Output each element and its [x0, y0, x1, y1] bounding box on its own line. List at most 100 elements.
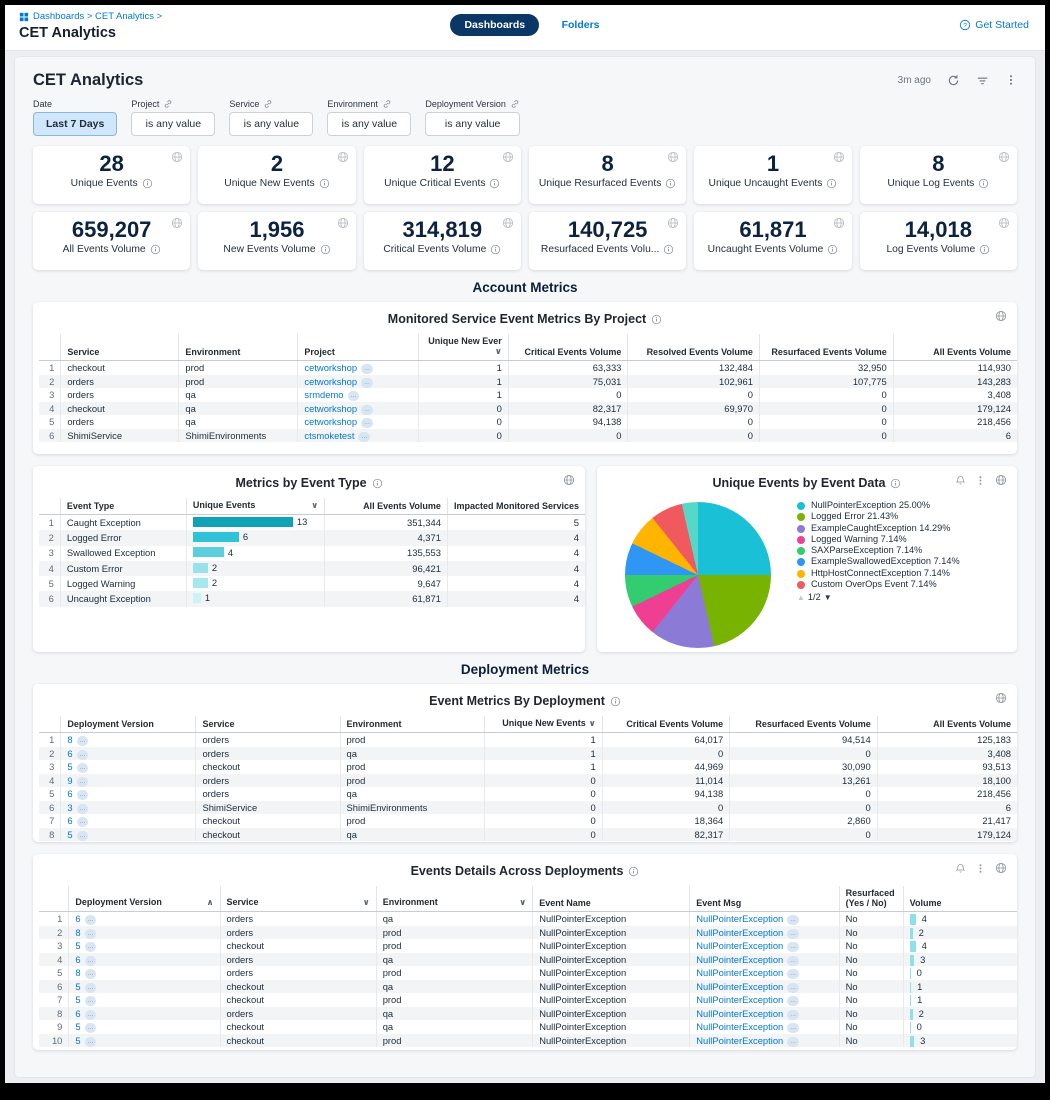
- ellipsis-icon[interactable]: ...: [361, 405, 373, 415]
- info-icon[interactable]: [628, 866, 639, 877]
- col-header-all-events-volume[interactable]: All Events Volume: [893, 334, 1017, 361]
- info-icon[interactable]: [489, 178, 500, 189]
- ellipsis-icon[interactable]: ...: [85, 956, 97, 966]
- refresh-icon[interactable]: [947, 74, 960, 87]
- cell-link[interactable]: cetworkshop: [304, 403, 357, 414]
- sort-asc-icon[interactable]: ∧: [207, 897, 214, 908]
- cell-link[interactable]: NullPointerException: [696, 1035, 783, 1046]
- ellipsis-icon[interactable]: ...: [77, 831, 89, 841]
- col-header-environment[interactable]: Environment: [179, 334, 298, 361]
- cell-link[interactable]: 5: [75, 994, 80, 1005]
- globe-icon[interactable]: [995, 474, 1007, 486]
- cell-link[interactable]: 8: [75, 927, 80, 938]
- cell-link[interactable]: srmdemo: [304, 389, 343, 400]
- info-icon[interactable]: [610, 696, 621, 707]
- tab-folders[interactable]: Folders: [562, 19, 600, 31]
- cell-link[interactable]: 5: [75, 1021, 80, 1032]
- globe-icon[interactable]: [995, 862, 1007, 874]
- ellipsis-icon[interactable]: ...: [787, 969, 799, 979]
- info-icon[interactable]: [979, 244, 990, 255]
- info-icon[interactable]: [320, 244, 331, 255]
- globe-icon[interactable]: [502, 217, 514, 229]
- sort-desc-icon[interactable]: ∨: [495, 346, 502, 357]
- cell-link[interactable]: 5: [75, 940, 80, 951]
- ellipsis-icon[interactable]: ...: [787, 996, 799, 1006]
- col-header-resurfaced-events-volume[interactable]: Resurfaced Events Volume: [759, 334, 893, 361]
- ellipsis-icon[interactable]: ...: [77, 750, 89, 760]
- cell-link[interactable]: ctsmoketest: [304, 430, 354, 441]
- ellipsis-icon[interactable]: ...: [77, 817, 89, 827]
- ellipsis-icon[interactable]: ...: [358, 432, 370, 442]
- col-header-impacted-monitored-services[interactable]: Impacted Monitored Services: [447, 498, 585, 515]
- globe-icon[interactable]: [563, 474, 575, 486]
- col-header-service[interactable]: Service: [61, 334, 179, 361]
- info-icon[interactable]: [142, 178, 153, 189]
- info-icon[interactable]: [663, 244, 674, 255]
- filter-icon[interactable]: [976, 74, 989, 87]
- ellipsis-icon[interactable]: ...: [787, 1023, 799, 1033]
- col-header-deployment-version[interactable]: Deployment Version∧: [69, 886, 220, 912]
- cell-link[interactable]: NullPointerException: [696, 1021, 783, 1032]
- col-header-environment[interactable]: Environment: [340, 716, 485, 733]
- col-header-critical-events-volume[interactable]: Critical Events Volume: [602, 716, 730, 733]
- ellipsis-icon[interactable]: ...: [85, 929, 97, 939]
- col-header-event-type[interactable]: Event Type: [60, 498, 186, 515]
- info-icon[interactable]: [490, 244, 501, 255]
- cell-link[interactable]: 5: [67, 761, 72, 772]
- filter-value-chip[interactable]: is any value: [229, 112, 313, 136]
- col-header-all-events-volume[interactable]: All Events Volume: [877, 716, 1017, 733]
- cell-link[interactable]: 6: [75, 913, 80, 924]
- cell-link[interactable]: NullPointerException: [696, 967, 783, 978]
- info-icon[interactable]: [319, 178, 330, 189]
- ellipsis-icon[interactable]: ...: [77, 790, 89, 800]
- sort-desc-icon[interactable]: ∨: [519, 897, 526, 908]
- col-header-service[interactable]: Service∨: [220, 886, 376, 912]
- globe-icon[interactable]: [998, 217, 1010, 229]
- cell-link[interactable]: 6: [67, 815, 72, 826]
- cell-link[interactable]: 6: [75, 954, 80, 965]
- info-icon[interactable]: [826, 178, 837, 189]
- globe-icon[interactable]: [998, 151, 1010, 163]
- ellipsis-icon[interactable]: ...: [361, 418, 373, 428]
- cell-link[interactable]: NullPointerException: [696, 940, 783, 951]
- col-header-unique-new-events[interactable]: Unique New Events∨: [485, 716, 602, 733]
- col-header-volume[interactable]: Volume: [903, 886, 1017, 912]
- ellipsis-icon[interactable]: ...: [787, 983, 799, 993]
- kebab-icon[interactable]: [975, 474, 986, 486]
- ellipsis-icon[interactable]: ...: [787, 942, 799, 952]
- cell-link[interactable]: NullPointerException: [696, 954, 783, 965]
- ellipsis-icon[interactable]: ...: [787, 1037, 799, 1047]
- cell-link[interactable]: cetworkshop: [304, 376, 357, 387]
- filter-value-chip[interactable]: is any value: [425, 112, 520, 136]
- cell-link[interactable]: NullPointerException: [696, 981, 783, 992]
- ellipsis-icon[interactable]: ...: [77, 777, 89, 787]
- cell-link[interactable]: 8: [75, 967, 80, 978]
- filter-value-chip[interactable]: is any value: [327, 112, 411, 136]
- globe-icon[interactable]: [995, 310, 1007, 322]
- cell-link[interactable]: 9: [67, 775, 72, 786]
- cell-link[interactable]: NullPointerException: [696, 1008, 783, 1019]
- cell-link[interactable]: NullPointerException: [696, 913, 783, 924]
- ellipsis-icon[interactable]: ...: [787, 956, 799, 966]
- col-header-project[interactable]: Project: [298, 334, 419, 361]
- sort-desc-icon[interactable]: ∨: [363, 897, 370, 908]
- info-icon[interactable]: [372, 478, 383, 489]
- ellipsis-icon[interactable]: ...: [85, 1023, 97, 1033]
- info-icon[interactable]: [978, 178, 989, 189]
- col-header-unique-new-ever[interactable]: Unique New Ever∨: [418, 334, 508, 361]
- filter-value-chip[interactable]: Last 7 Days: [33, 112, 117, 136]
- ellipsis-icon[interactable]: ...: [85, 983, 97, 993]
- ellipsis-icon[interactable]: ...: [361, 378, 373, 388]
- ellipsis-icon[interactable]: ...: [85, 996, 97, 1006]
- ellipsis-icon[interactable]: ...: [85, 942, 97, 952]
- ellipsis-icon[interactable]: ...: [77, 763, 89, 773]
- info-icon[interactable]: [827, 244, 838, 255]
- legend-next-icon[interactable]: ▼: [824, 593, 832, 602]
- ellipsis-icon[interactable]: ...: [348, 391, 360, 401]
- bell-icon[interactable]: [955, 474, 966, 486]
- globe-icon[interactable]: [502, 151, 514, 163]
- info-icon[interactable]: [150, 244, 161, 255]
- col-header-critical-events-volume[interactable]: Critical Events Volume: [508, 334, 628, 361]
- col-header-unique-events[interactable]: Unique Events∨: [186, 498, 324, 515]
- cell-link[interactable]: 5: [75, 1035, 80, 1046]
